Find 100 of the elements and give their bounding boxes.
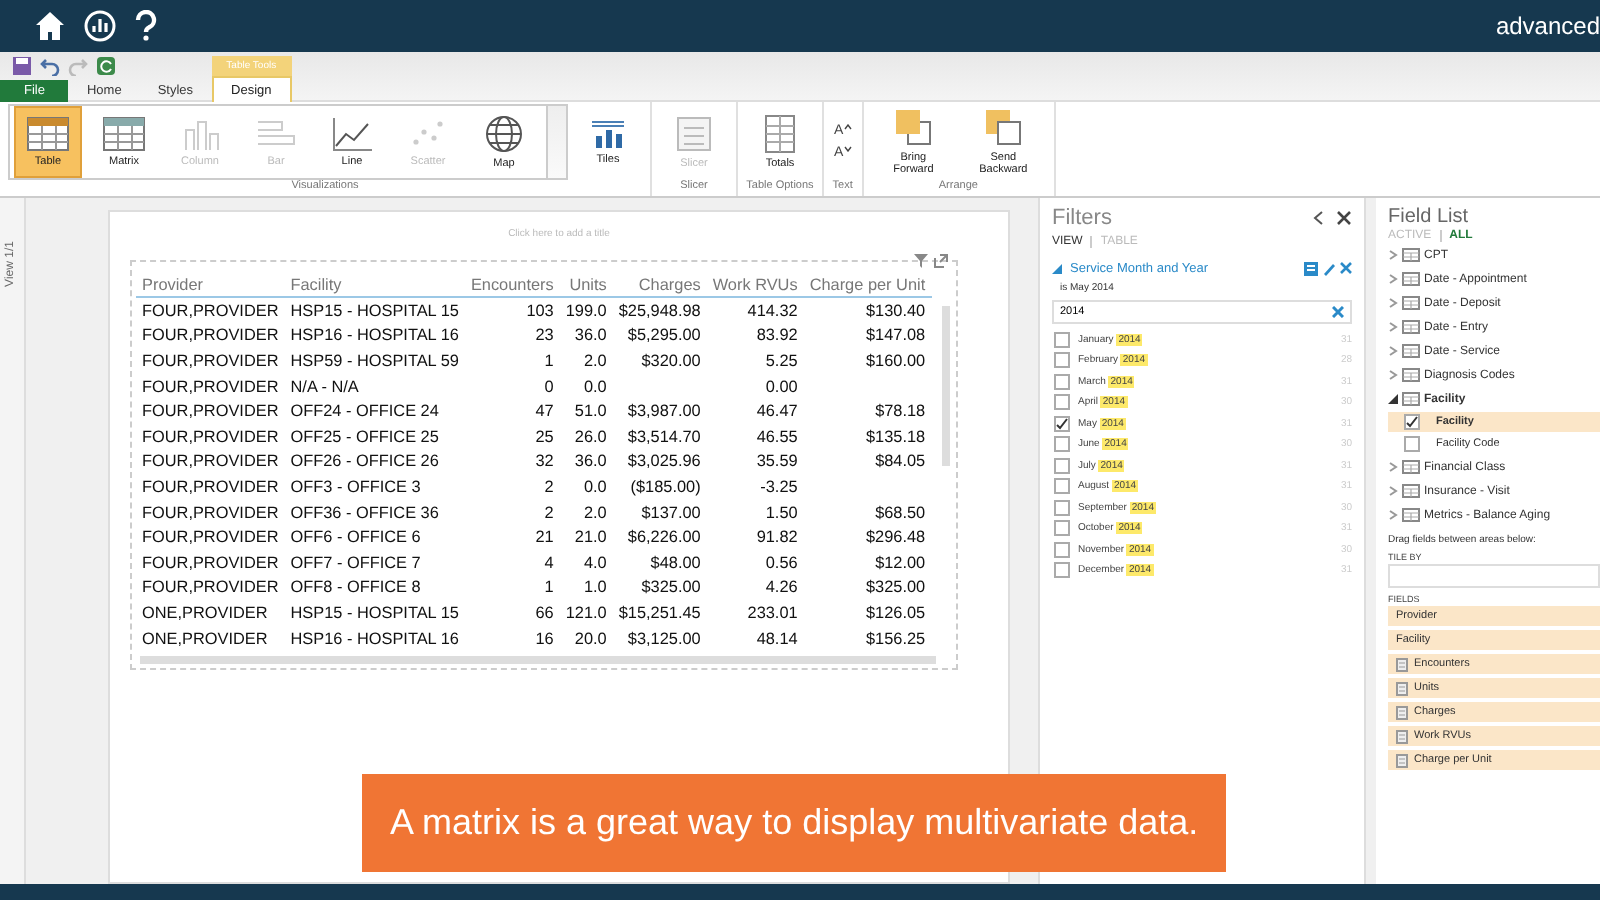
table-cell: 199.0 <box>565 301 607 320</box>
delete-icon[interactable] <box>1340 262 1352 274</box>
table-cell: 1 <box>544 351 554 370</box>
measure-icon <box>1396 681 1408 695</box>
checkbox[interactable] <box>1404 436 1420 452</box>
horizontal-scrollbar[interactable] <box>140 656 936 665</box>
table-icon <box>1402 368 1420 382</box>
bar-chart-icon <box>254 115 298 151</box>
column-header[interactable]: Units <box>559 274 613 297</box>
table-cell: 0.56 <box>765 553 798 572</box>
table-cell: 51.0 <box>574 402 607 421</box>
collapse-icon[interactable] <box>1312 210 1324 226</box>
checkbox[interactable] <box>1054 352 1070 368</box>
table-cell: $325.00 <box>641 578 701 597</box>
refresh-icon[interactable] <box>96 56 116 76</box>
table-cell: 20.0 <box>574 629 607 648</box>
save-icon[interactable] <box>12 56 32 76</box>
table-cell: 21.0 <box>574 528 607 547</box>
column-header[interactable]: Encounters <box>464 274 560 297</box>
table-cell: $147.08 <box>866 326 926 345</box>
table-cell: $25,948.98 <box>618 301 701 320</box>
checkbox[interactable] <box>1054 394 1070 410</box>
table-cell: $84.05 <box>875 452 926 471</box>
table-cell: 26.0 <box>574 427 607 446</box>
table-icon <box>1402 296 1420 310</box>
column-header[interactable]: Work RVUs <box>706 274 804 297</box>
table-cell: $3,987.00 <box>627 402 701 421</box>
table-cell: HSP16 - HOSPITAL 16 <box>290 629 459 648</box>
caret-icon <box>843 123 852 129</box>
column-header[interactable]: Provider <box>136 274 285 297</box>
column-header[interactable]: Charges <box>612 274 707 297</box>
checkbox[interactable] <box>1404 414 1420 430</box>
table-cell: 35.59 <box>756 452 798 471</box>
checkbox[interactable] <box>1054 331 1070 347</box>
table-cell: 36.0 <box>574 326 607 345</box>
tile-by-drop-area[interactable] <box>1388 564 1600 588</box>
checkbox[interactable] <box>1054 436 1070 452</box>
measure-icon <box>1396 753 1408 767</box>
redo-icon[interactable] <box>68 56 88 76</box>
table-cell: FOUR,PROVIDER <box>142 402 279 421</box>
vertical-scrollbar[interactable] <box>941 306 950 466</box>
clear-icon[interactable] <box>1332 306 1344 318</box>
checkbox[interactable] <box>1054 499 1070 515</box>
tiles-icon <box>588 117 628 149</box>
table-cell: FOUR,PROVIDER <box>142 351 279 370</box>
table-cell: 23 <box>535 326 554 345</box>
globe-icon <box>484 113 524 153</box>
table-cell: 1.50 <box>765 503 798 522</box>
filter-mode-icon[interactable] <box>1304 262 1318 276</box>
close-icon[interactable] <box>1336 210 1352 226</box>
table-cell: 4.0 <box>583 553 607 572</box>
table-cell: FOUR,PROVIDER <box>142 377 279 396</box>
table-cell: $3,025.96 <box>627 452 701 471</box>
filter-icon[interactable] <box>913 254 928 268</box>
table-cell: 0.0 <box>583 477 607 496</box>
collapse-triangle-icon[interactable] <box>1052 264 1062 274</box>
table-cell: 2 <box>544 477 554 496</box>
table-cell: 36.0 <box>574 452 607 471</box>
home-icon[interactable] <box>34 10 66 42</box>
checkbox[interactable] <box>1054 520 1070 536</box>
table-cell: $3,125.00 <box>627 629 701 648</box>
table-icon <box>1402 320 1420 334</box>
pop-out-icon[interactable] <box>933 254 948 268</box>
table-cell: $156.25 <box>866 629 926 648</box>
chart-circle-icon[interactable] <box>84 10 116 42</box>
table-cell: 91.82 <box>756 528 798 547</box>
table-icon <box>1402 392 1420 406</box>
checkbox[interactable] <box>1054 373 1070 389</box>
checkbox[interactable] <box>1054 541 1070 557</box>
table-cell: FOUR,PROVIDER <box>142 326 279 345</box>
table-cell: 48.14 <box>756 629 798 648</box>
table-cell: $325.00 <box>866 578 926 597</box>
table-cell: 1 <box>544 578 554 597</box>
table-cell: $126.05 <box>866 603 926 622</box>
checkbox[interactable] <box>1054 415 1070 431</box>
table-cell: OFF24 - OFFICE 24 <box>290 402 439 421</box>
expanded-arrow-icon[interactable] <box>1388 394 1398 404</box>
checkbox[interactable] <box>1054 457 1070 473</box>
table-cell: OFF26 - OFFICE 26 <box>290 452 439 471</box>
gallery-scrollbar[interactable] <box>546 105 566 177</box>
caption-banner: A matrix is a great way to display multivariate data. <box>362 774 1227 872</box>
table-cell: HSP15 - HOSPITAL 15 <box>290 301 459 320</box>
checkbox[interactable] <box>1054 478 1070 494</box>
table-cell: $48.00 <box>650 553 701 572</box>
table-cell: $12.00 <box>875 553 926 572</box>
help-icon[interactable] <box>134 10 158 42</box>
table-cell: $3,514.70 <box>627 427 701 446</box>
table-cell: $320.00 <box>641 351 701 370</box>
pane-title: Filters <box>1052 206 1112 230</box>
checkbox[interactable] <box>1054 562 1070 578</box>
table-cell: HSP16 - HOSPITAL 16 <box>290 326 459 345</box>
send-backward-icon <box>983 107 1024 147</box>
column-header[interactable]: Facility <box>284 274 465 297</box>
column-header[interactable]: Charge per Unit <box>803 274 932 297</box>
table-cell: $6,226.00 <box>627 528 701 547</box>
table-cell: -3.25 <box>760 477 798 496</box>
table-cell: 2.0 <box>583 351 607 370</box>
table-cell: HSP15 - HOSPITAL 15 <box>290 603 459 622</box>
undo-icon[interactable] <box>40 56 60 76</box>
table-cell: FOUR,PROVIDER <box>142 301 279 320</box>
